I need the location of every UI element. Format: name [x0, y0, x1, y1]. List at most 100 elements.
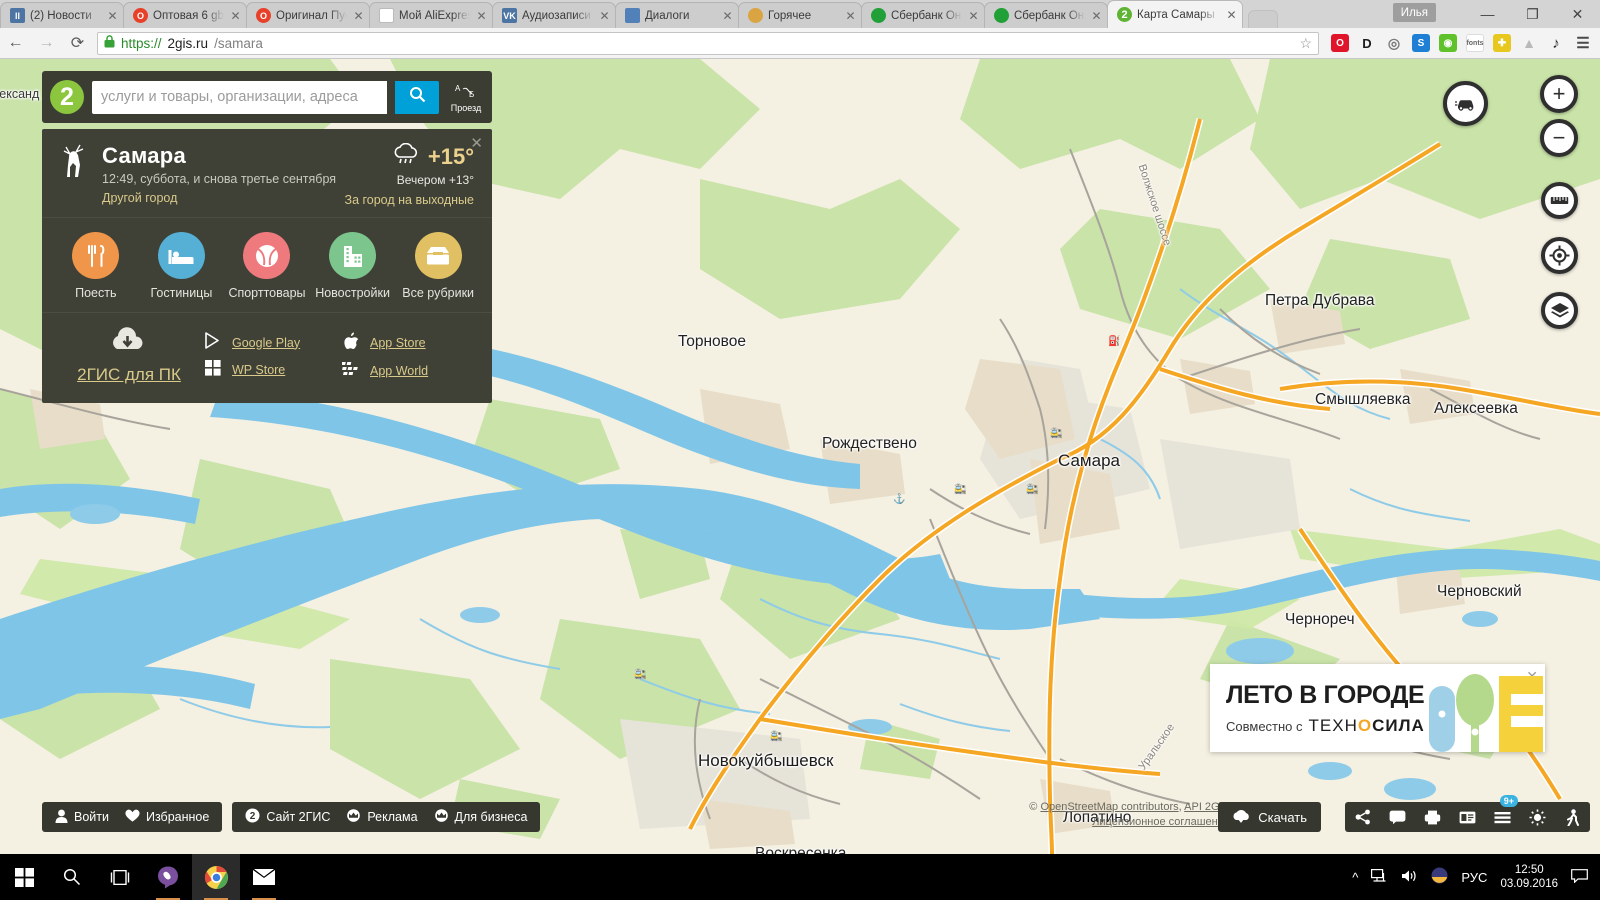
zoom-in-button[interactable]: +	[1540, 75, 1578, 113]
forward-button[interactable]: →	[31, 28, 62, 59]
tab-close-icon[interactable]: ✕	[352, 9, 365, 23]
bottom-link-heart[interactable]: Избранное	[125, 809, 209, 825]
tray-language[interactable]: РУС	[1461, 870, 1487, 885]
chrome-button[interactable]	[192, 854, 240, 900]
route-button[interactable]: АБ Проезд	[440, 71, 492, 123]
browser-tab[interactable]: VK Аудиозаписи Ил ✕	[492, 2, 616, 28]
chrome-menu-icon[interactable]: ☰	[1574, 34, 1592, 52]
adguard-icon[interactable]: ◉	[1439, 34, 1457, 52]
poi-marker[interactable]: 🚉	[1026, 484, 1038, 496]
mail-button[interactable]	[240, 854, 288, 900]
yellow-plus-icon[interactable]: ✚	[1493, 34, 1511, 52]
browser-tab[interactable]: O Оптовая 6 gb та ✕	[123, 2, 247, 28]
tab-close-icon[interactable]: ✕	[1225, 8, 1238, 22]
tray-clock[interactable]: 12:50 03.09.2016	[1500, 863, 1558, 892]
search-input[interactable]	[92, 80, 387, 114]
browser-tab[interactable]: Горячее ✕	[738, 2, 862, 28]
ruler-button[interactable]	[1541, 182, 1578, 219]
osm-link[interactable]: OpenStreetMap contributors	[1040, 801, 1178, 813]
tab-close-icon[interactable]: ✕	[475, 9, 488, 23]
bookmark-star-icon[interactable]: ☆	[1299, 35, 1312, 52]
url-input[interactable]: https:// 2gis.ru/samara ☆	[97, 31, 1319, 55]
browser-tab[interactable]: Диалоги ✕	[615, 2, 739, 28]
tray-yandex-icon[interactable]	[1431, 867, 1448, 887]
window-minimize-button[interactable]: —	[1465, 0, 1510, 28]
opera-vpn-icon[interactable]: O	[1331, 34, 1349, 52]
tray-volume-icon[interactable]	[1401, 869, 1418, 886]
dotvpn-icon[interactable]: D	[1358, 34, 1376, 52]
tray-notifications-icon[interactable]	[1571, 868, 1588, 886]
other-city-link[interactable]: Другой город	[102, 191, 177, 205]
bottom-link-user[interactable]: Войти	[55, 809, 109, 826]
music-icon[interactable]: ♪	[1547, 34, 1565, 52]
tab-close-icon[interactable]: ✕	[967, 9, 980, 23]
zoom-out-button[interactable]: −	[1540, 119, 1578, 157]
browser-tab[interactable]: Сбербанк Онл ✕	[861, 2, 985, 28]
browser-tab[interactable]: Сбербанк Онл ✕	[984, 2, 1108, 28]
category-ball[interactable]: Спорттовары	[225, 232, 309, 300]
reload-button[interactable]: ⟳	[62, 28, 93, 59]
layers-button[interactable]	[1541, 292, 1578, 329]
poi-marker[interactable]: ⚓	[893, 494, 905, 506]
card-button[interactable]	[1450, 802, 1485, 832]
brightness-button[interactable]	[1520, 802, 1555, 832]
drive-icon[interactable]: ▲	[1520, 34, 1538, 52]
ad-banner[interactable]: ✕ ЛЕТО В ГОРОДЕ Совместно с ТЕХНОСИЛА	[1210, 664, 1545, 752]
tab-close-icon[interactable]: ✕	[229, 9, 242, 23]
back-button[interactable]: ←	[0, 28, 31, 59]
pc-download-label[interactable]: 2ГИС для ПК	[54, 365, 204, 385]
poi-marker[interactable]: 🚉	[954, 484, 966, 496]
license-link[interactable]: Лицензионное соглашение	[1092, 816, 1230, 828]
store-link-blackberry[interactable]: App World	[341, 361, 480, 380]
browser-tab[interactable]: O Оригинал Пус ✕	[246, 2, 370, 28]
tray-network-icon[interactable]	[1371, 868, 1388, 886]
map-viewport[interactable]: лександНациональный парк"Самарская Лука"…	[0, 59, 1600, 854]
tab-close-icon[interactable]: ✕	[721, 9, 734, 23]
store-link-windows[interactable]: WP Store	[204, 360, 342, 380]
viber-button[interactable]	[144, 854, 192, 900]
menu-button[interactable]: 9+	[1485, 795, 1520, 832]
category-fork-knife[interactable]: Поесть	[54, 232, 138, 300]
comment-button[interactable]	[1380, 802, 1415, 832]
store-link-google-play[interactable]: Google Play	[204, 332, 342, 353]
category-building[interactable]: Новостройки	[311, 232, 395, 300]
browser-tab[interactable]: ll (2) Новости ✕	[0, 2, 124, 28]
savefrom-icon[interactable]: S	[1412, 34, 1430, 52]
window-maximize-button[interactable]: ❐	[1510, 0, 1555, 28]
geolocation-button[interactable]	[1541, 237, 1578, 274]
bottom-link-2gis[interactable]: 2 Сайт 2ГИС	[245, 808, 330, 826]
tab-close-icon[interactable]: ✕	[844, 9, 857, 23]
tab-close-icon[interactable]: ✕	[598, 9, 611, 23]
pc-download-block[interactable]: 2ГИС для ПК	[54, 327, 204, 385]
poi-marker[interactable]: 🚉	[634, 669, 646, 681]
category-bed[interactable]: Гостиницы	[140, 232, 224, 300]
fonts-icon[interactable]: fonts	[1466, 34, 1484, 52]
task-view-button[interactable]	[96, 854, 144, 900]
tab-close-icon[interactable]: ✕	[1090, 9, 1103, 23]
download-button[interactable]: Скачать	[1218, 802, 1321, 832]
window-close-button[interactable]: ✕	[1555, 0, 1600, 28]
store-link-apple[interactable]: App Store	[342, 332, 480, 354]
weekend-trip-link[interactable]: За город на выходные	[345, 193, 474, 207]
windows-icon	[204, 360, 222, 380]
traffic-button[interactable]	[1443, 81, 1488, 126]
share-button[interactable]	[1345, 802, 1380, 832]
start-button[interactable]	[0, 854, 48, 900]
search-submit-button[interactable]	[395, 80, 439, 114]
tray-chevron-icon[interactable]: ^	[1352, 870, 1358, 885]
category-box[interactable]: Все рубрики	[396, 232, 480, 300]
bottom-link-crown[interactable]: Для бизнеса	[434, 809, 527, 825]
browser-tab[interactable]: 2 Карта Самары ✕	[1107, 0, 1243, 28]
poi-marker[interactable]: 🚉	[770, 731, 782, 743]
poi-marker[interactable]: ⛽	[1108, 336, 1120, 348]
bottom-link-crown[interactable]: Реклама	[346, 809, 418, 825]
pedestrian-button[interactable]	[1555, 802, 1590, 832]
poi-marker[interactable]: 🚉	[1050, 428, 1062, 440]
print-button[interactable]	[1415, 802, 1450, 832]
search-button[interactable]	[48, 854, 96, 900]
film-icon[interactable]: ◎	[1385, 34, 1403, 52]
chrome-user-badge[interactable]: Илья	[1392, 3, 1436, 22]
new-tab-button[interactable]	[1248, 10, 1278, 28]
tab-close-icon[interactable]: ✕	[106, 9, 119, 23]
browser-tab[interactable]: Мой AliExpress ✕	[369, 2, 493, 28]
